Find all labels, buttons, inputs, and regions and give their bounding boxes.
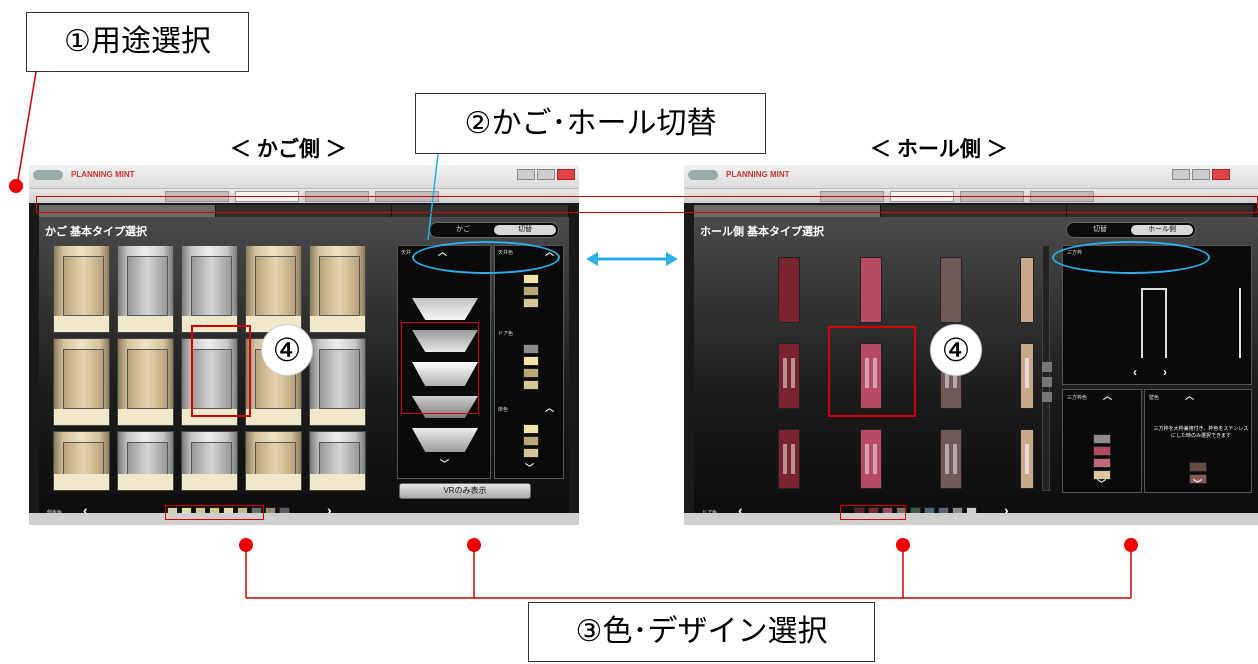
door-swatch-highlight [840,505,906,520]
toggle-highlight-right [1052,241,1210,274]
wall-swatch-highlight [165,505,264,520]
toggle-highlight-left [412,241,560,274]
selected-door-frame [828,326,916,417]
callout-dot-design-3 [896,538,910,552]
selection-number-right: ④ [930,324,982,376]
nav-bar-highlight-frame [36,196,1258,213]
callout-dot-design-2 [467,538,481,552]
ceiling-highlight-frame [401,322,479,414]
selection-number-left: ④ [261,324,313,376]
selected-cage-frame [191,325,251,417]
annotation-lines [16,71,1132,599]
callout-dot-design-4 [1124,538,1138,552]
callout-dot-design-1 [239,538,253,552]
callout-dot-usage [9,179,23,193]
